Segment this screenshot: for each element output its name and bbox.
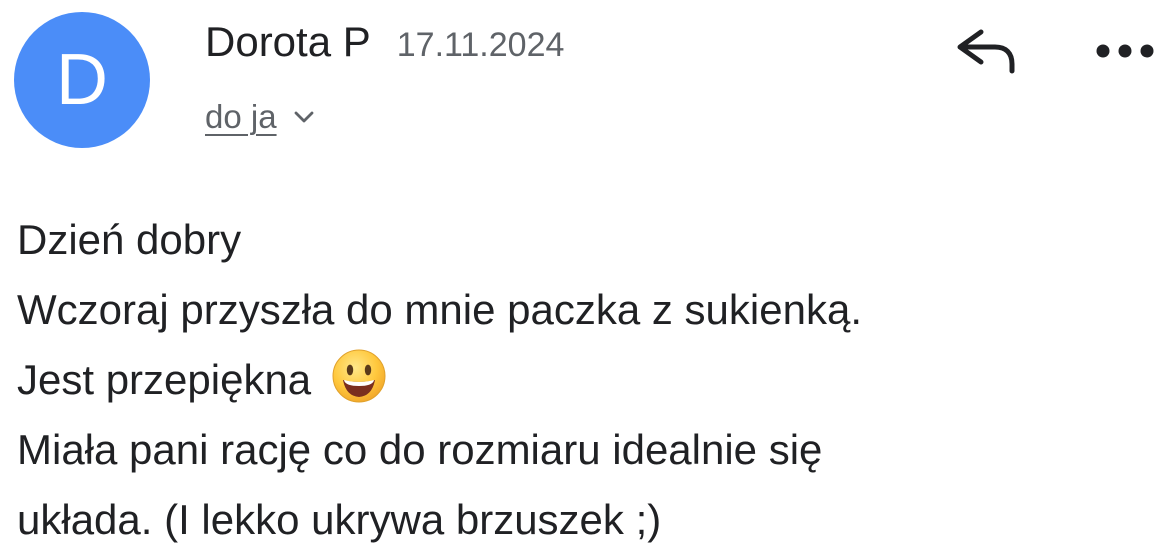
email-header: D Dorota P 17.11.2024 do ja (0, 0, 1165, 170)
message-line: Wczoraj przyszła do mnie paczka z sukien… (17, 286, 862, 333)
message-line: układa. (I lekko ukrywa brzuszek ;) (17, 496, 662, 543)
more-options-icon (1094, 42, 1156, 65)
sender-line: Dorota P 17.11.2024 (205, 18, 564, 66)
more-options-button[interactable] (1090, 36, 1160, 70)
grinning-face-emoji-icon (329, 346, 389, 406)
email-body: Dzień dobry Wczoraj przyszła do mnie pac… (17, 205, 1157, 555)
sender-name[interactable]: Dorota P (205, 18, 371, 66)
message-line: Miała pani rację co do rozmiaru idealnie… (17, 426, 823, 473)
message-line: Dzień dobry (17, 216, 242, 263)
chevron-down-icon[interactable] (293, 110, 315, 124)
recipient-label[interactable]: do ja (205, 98, 277, 136)
message-line-text: Jest przepiękna (17, 356, 312, 403)
recipient-details-toggle[interactable]: do ja (205, 98, 315, 136)
avatar[interactable]: D (14, 12, 150, 148)
avatar-initial: D (56, 40, 108, 120)
message-line-with-emoji: Jest przepiękna (17, 345, 1157, 415)
reply-button[interactable] (951, 24, 1017, 80)
email-date: 17.11.2024 (396, 26, 565, 64)
reply-icon (952, 24, 1016, 81)
